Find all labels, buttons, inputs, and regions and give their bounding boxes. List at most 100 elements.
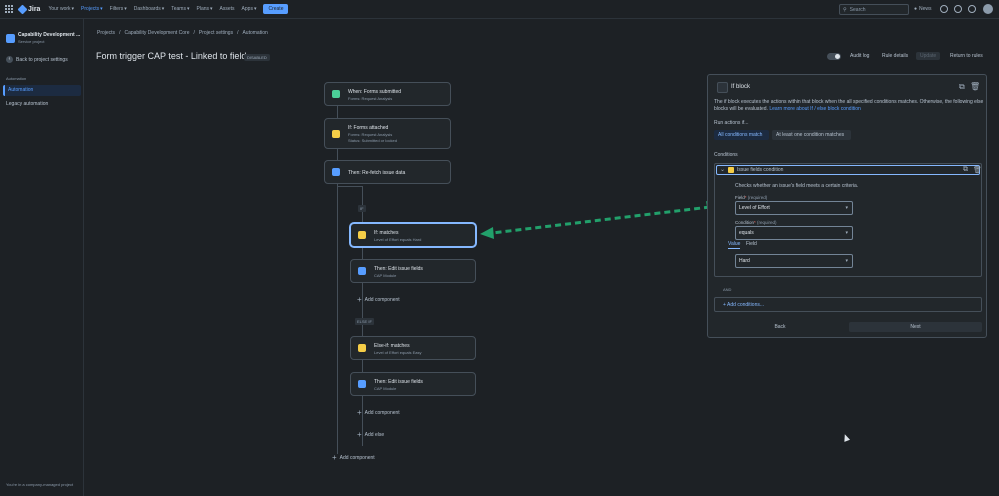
chevron-down-icon: ▾ xyxy=(253,6,257,12)
breadcrumb-projects[interactable]: Projects xyxy=(97,30,115,36)
avatar[interactable] xyxy=(983,4,993,14)
nav-your-work[interactable]: Your work ▾ xyxy=(48,6,74,12)
project-name[interactable]: Capability Development ... xyxy=(18,32,80,38)
flow-connector xyxy=(337,106,338,454)
condition-header[interactable]: ⌄ Issue fields condition ⧉ 🗑 xyxy=(716,165,982,175)
chevron-down-icon: ▾ xyxy=(71,6,75,12)
chevron-down-icon: ▾ xyxy=(186,6,190,12)
annotation-arrow-line xyxy=(491,205,711,235)
notifications-icon[interactable] xyxy=(940,5,948,13)
conditions-label: Conditions xyxy=(714,152,738,158)
status-badge: DISABLED xyxy=(244,54,270,61)
sidebar-section-label: Automation xyxy=(6,76,27,81)
field-select[interactable]: Level of Effort ▾ xyxy=(735,201,853,215)
page-title[interactable]: Form trigger CAP test - Linked to field xyxy=(96,51,246,61)
chevron-down-icon[interactable]: ⌄ xyxy=(720,166,725,173)
return-to-rules-button[interactable]: Return to rules xyxy=(950,53,983,59)
sidebar-footer: You're in a company-managed project xyxy=(6,482,74,487)
sidebar: Capability Development ... Service proje… xyxy=(0,19,84,496)
nav-filters[interactable]: Filters ▾ xyxy=(110,6,127,12)
condition-icon xyxy=(728,167,734,173)
jira-logo[interactable]: Jira xyxy=(17,4,40,14)
create-button[interactable]: Create xyxy=(263,4,289,14)
trash-icon[interactable]: 🗑 xyxy=(973,166,982,174)
if-block-node[interactable]: If: matches Level of Effort equals Hard xyxy=(350,223,476,247)
form-icon xyxy=(332,90,340,98)
flow-connector-branch xyxy=(337,186,362,187)
plus-icon: + xyxy=(357,430,362,439)
chevron-down-icon: ▾ xyxy=(161,6,165,12)
add-component-button[interactable]: + Add component xyxy=(357,296,400,304)
sidebar-item-legacy-automation[interactable]: Legacy automation xyxy=(3,99,81,110)
condition-select[interactable]: equals ▾ xyxy=(735,226,853,240)
all-conditions-match-option[interactable]: All conditions match xyxy=(714,130,769,140)
chevron-down-icon: ▾ xyxy=(100,6,103,12)
back-to-project-settings[interactable]: ‹ Back to project settings xyxy=(6,56,68,63)
nav-apps[interactable]: Apps ▾ xyxy=(242,6,257,12)
duplicate-icon[interactable]: ⧉ xyxy=(963,166,968,174)
trash-icon[interactable]: 🗑 xyxy=(970,82,980,91)
project-icon xyxy=(6,34,15,43)
arrow-left-icon: ‹ xyxy=(6,56,13,63)
if-block-panel: If block ⧉ 🗑 The if block executes the a… xyxy=(707,74,987,338)
plus-icon: + xyxy=(332,453,337,462)
nav-projects[interactable]: Projects ▾ xyxy=(81,6,103,12)
breadcrumb: Projects / Capability Development Core /… xyxy=(97,30,268,36)
condition-node-forms-attached[interactable]: If: Forms attached Forms: Request Analys… xyxy=(324,118,451,149)
trigger-node[interactable]: When: Forms submitted Forms: Request Ana… xyxy=(324,82,451,106)
tab-field[interactable]: Field xyxy=(746,241,757,247)
if-badge: IF xyxy=(358,205,366,212)
nav-plans[interactable]: Plans ▾ xyxy=(197,6,213,12)
pencil-icon xyxy=(358,380,366,388)
next-button[interactable]: Next xyxy=(849,322,982,332)
action-node-edit-fields[interactable]: Then: Edit issue fields CAP Module xyxy=(350,259,476,283)
tab-value[interactable]: Value xyxy=(728,241,741,249)
action-node-edit-fields[interactable]: Then: Edit issue fields CAP Module xyxy=(350,372,476,396)
panel-description: The if block executes the actions within… xyxy=(714,99,984,112)
at-least-one-condition-option[interactable]: At least one condition matches xyxy=(772,130,851,140)
condition-description: Checks whether an issue's field meets a … xyxy=(735,183,859,189)
annotation-arrow xyxy=(480,201,720,239)
chevron-down-icon: ▾ xyxy=(845,205,848,211)
app-switcher-icon[interactable] xyxy=(5,5,13,13)
back-button[interactable]: Back xyxy=(714,322,846,332)
audit-log-button[interactable]: Audit log xyxy=(850,53,869,59)
breadcrumb-project[interactable]: Capability Development Core xyxy=(124,30,189,36)
breadcrumb-automation[interactable]: Automation xyxy=(242,30,267,36)
nav-dashboards[interactable]: Dashboards ▾ xyxy=(134,6,164,12)
chevron-down-icon: ▾ xyxy=(845,230,848,236)
update-button[interactable]: Update xyxy=(916,52,941,60)
else-if-badge: ELSE IF xyxy=(355,318,374,325)
add-conditions-button[interactable]: + Add conditions... xyxy=(714,297,982,312)
chevron-down-icon: ▾ xyxy=(124,6,127,12)
nav-teams[interactable]: Teams ▾ xyxy=(171,6,189,12)
breadcrumb-project-settings[interactable]: Project settings xyxy=(199,30,233,36)
project-type: Service project xyxy=(18,39,45,44)
learn-more-link[interactable]: Learn more about If / else block conditi… xyxy=(769,106,860,112)
condition-name: Issue fields condition xyxy=(737,167,784,173)
help-icon[interactable] xyxy=(954,5,962,13)
sidebar-item-automation[interactable]: Automation xyxy=(3,85,81,96)
and-label: AND xyxy=(723,287,732,292)
add-else-button[interactable]: + Add else xyxy=(357,430,384,439)
search-input[interactable]: ⚲ Search xyxy=(839,4,909,15)
rule-details-button[interactable]: Rule details xyxy=(882,53,908,59)
chevron-down-icon: ▾ xyxy=(845,258,848,264)
field-label: Field* (required) xyxy=(735,195,768,200)
add-component-button[interactable]: + Add component xyxy=(357,409,400,417)
branch-icon xyxy=(717,82,728,93)
action-node-refetch[interactable]: Then: Re-fetch issue data xyxy=(324,160,451,184)
duplicate-icon[interactable]: ⧉ xyxy=(959,82,965,92)
jira-icon xyxy=(17,4,28,14)
annotation-arrow-head-left xyxy=(480,227,494,239)
add-component-button[interactable]: + Add component xyxy=(332,453,375,462)
news-icon: ● xyxy=(914,6,918,12)
settings-icon[interactable] xyxy=(968,5,976,13)
value-select[interactable]: Hard ▾ xyxy=(735,254,853,268)
rule-enable-toggle[interactable] xyxy=(827,53,841,60)
pencil-icon xyxy=(358,267,366,275)
else-if-block-node[interactable]: Else-if: matches Level of Effort equals … xyxy=(350,336,476,360)
news-button[interactable]: ● News xyxy=(914,6,932,12)
condition-card: ⌄ Issue fields condition ⧉ 🗑 Checks whet… xyxy=(714,163,982,277)
nav-assets[interactable]: Assets xyxy=(220,6,235,12)
